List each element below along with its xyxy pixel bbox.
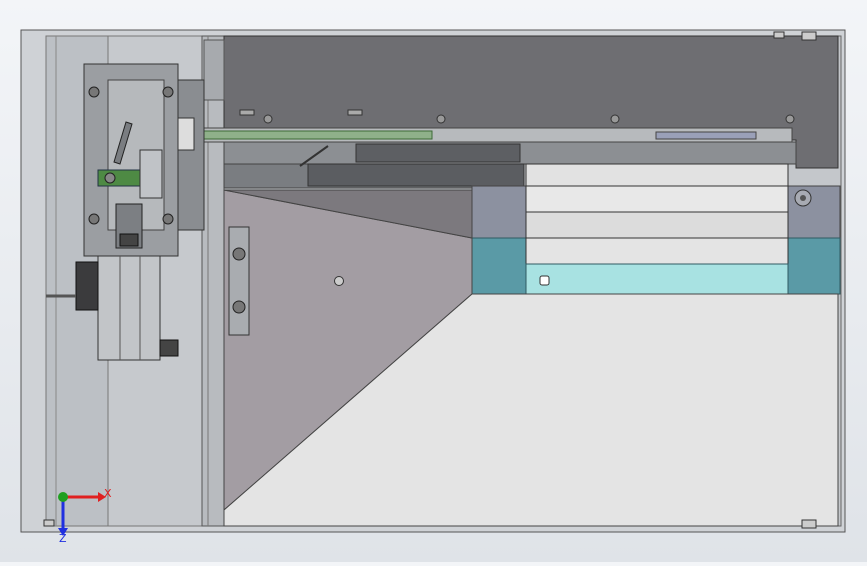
tray-stack [525, 163, 789, 295]
bracket-bolt-bottom [232, 300, 246, 314]
right-teal-block [787, 237, 841, 295]
ramp-hole [334, 276, 344, 286]
slot-bracket [228, 226, 250, 336]
top-left-block [203, 39, 225, 101]
left-teal-block [471, 237, 527, 295]
x-axis-label: X [104, 487, 112, 500]
z-axis-label: Z [59, 532, 67, 545]
rail-lower-dark [307, 163, 525, 187]
assembly-drawing: X Z [20, 29, 846, 545]
housing-pin-center [800, 195, 806, 201]
cad-viewport[interactable]: X Z [0, 0, 867, 562]
left-housing-block [471, 185, 527, 239]
rail-insert [655, 131, 757, 140]
rail-dark-insert [355, 143, 521, 163]
separator-wall [201, 35, 225, 527]
y-axis-dot [58, 492, 68, 502]
bracket-bolt-top [232, 247, 246, 261]
